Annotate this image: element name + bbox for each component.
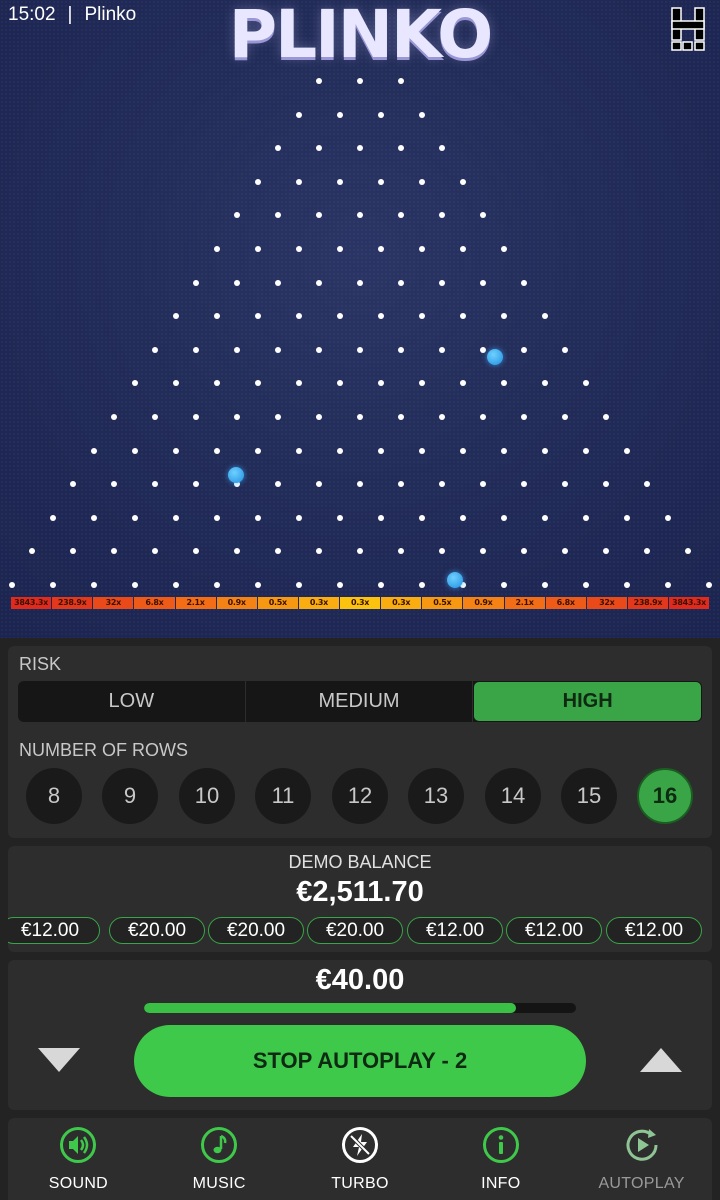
balance-value: €2,511.70 [296,876,424,908]
history-item: €12.00 [407,917,503,944]
risk-medium-button[interactable]: MEDIUM [246,681,474,722]
nav-sound-label: SOUND [48,1175,109,1192]
rows-label: NUMBER OF ROWS [19,740,188,760]
multiplier-slot: 3843.3x [669,597,710,609]
rows-8-button[interactable]: 8 [26,768,82,824]
bet-amount: €40.00 [315,964,405,996]
risk-low-button[interactable]: LOW [18,681,246,722]
brand-logo-icon [671,7,705,51]
multiplier-slot: 238.9x [627,597,668,609]
game-board: 15:02 | Plinko PLINKO 3843.3x 238.9x 32x 6.8x… [0,0,720,638]
nav-autoplay-label: AUTOPLAY [598,1175,685,1192]
ball-layer [0,0,720,638]
autoplay-progress-bar [144,1003,576,1013]
risk-selector: LOW MEDIUM HIGH [18,681,702,722]
music-note-icon [201,1127,238,1163]
risk-high-button[interactable]: HIGH [474,682,702,721]
history-item: €20.00 [208,917,304,944]
speaker-icon [60,1127,97,1163]
bottom-nav: SOUND MUSIC TURBO INFO AUTOPLAY [8,1118,712,1200]
multiplier-slot: 2.1x [175,597,216,609]
multiplier-slot: 0.9x [463,597,504,609]
chevron-down-icon[interactable] [36,1046,82,1074]
multiplier-slot: 0.5x [422,597,463,609]
history-item: €12.00 [8,917,100,944]
multiplier-slot: 6.8x [545,597,586,609]
multiplier-slots: 3843.3x 238.9x 32x 6.8x 2.1x 0.9x 0.5x 0.3x 0.3x… [11,597,710,609]
history-item: €12.00 [606,917,702,944]
multiplier-slot: 238.9x [52,597,93,609]
info-icon [482,1127,519,1163]
history-item: €12.00 [506,917,602,944]
nav-info-label: INFO [481,1175,521,1192]
multiplier-slot: 0.9x [216,597,257,609]
stop-autoplay-button[interactable]: STOP AUTOPLAY - 2 [134,1025,586,1097]
rows-13-button[interactable]: 13 [408,768,464,824]
rows-14-button[interactable]: 14 [485,768,541,824]
rows-12-button[interactable]: 12 [332,768,388,824]
multiplier-slot: 0.3x [381,597,422,609]
multiplier-slot: 0.3x [298,597,339,609]
nav-music[interactable]: MUSIC [149,1118,290,1200]
multiplier-slot: 6.8x [134,597,175,609]
multiplier-slot: 0.3x [340,597,381,609]
nav-autoplay[interactable]: AUTOPLAY [571,1118,712,1200]
nav-sound[interactable]: SOUND [8,1118,149,1200]
rows-15-button[interactable]: 15 [561,768,617,824]
history-item: €20.00 [109,917,205,944]
rows-10-button[interactable]: 10 [179,768,235,824]
multiplier-slot: 0.5x [257,597,298,609]
nav-info[interactable]: INFO [430,1118,571,1200]
chevron-up-icon[interactable] [638,1046,684,1074]
history-item: €20.00 [307,917,403,944]
lightning-off-icon [341,1127,378,1163]
nav-turbo-label: TURBO [331,1175,389,1192]
multiplier-slot: 32x [586,597,627,609]
rows-11-button[interactable]: 11 [255,768,311,824]
settings-panel: RISK LOW MEDIUM HIGH NUMBER OF ROWS 8 9 … [8,646,712,838]
rows-16-button[interactable]: 16 [637,768,693,824]
game-title-logo: PLINKO [228,0,494,73]
nav-turbo[interactable]: TURBO [290,1118,431,1200]
ball [447,572,463,588]
ball [487,349,503,365]
multiplier-slot: 32x [93,597,134,609]
rows-9-button[interactable]: 9 [102,768,158,824]
win-history: €12.00 €20.00 €20.00 €20.00 €12.00 €12.0… [8,917,712,944]
balance-label: DEMO BALANCE [288,852,432,872]
autoplay-icon [626,1129,658,1161]
rows-selector: 8 9 10 11 12 13 14 15 16 [8,768,712,824]
ball [228,467,244,483]
multiplier-slot: 2.1x [504,597,545,609]
balance-panel: DEMO BALANCE €2,511.70 €12.00 €20.00 €20… [8,846,712,952]
bet-panel: €40.00 STOP AUTOPLAY - 2 [8,960,712,1110]
multiplier-slot: 3843.3x [11,597,52,609]
risk-label: RISK [19,654,62,674]
autoplay-progress-fill [144,1003,516,1013]
nav-music-label: MUSIC [192,1175,246,1192]
